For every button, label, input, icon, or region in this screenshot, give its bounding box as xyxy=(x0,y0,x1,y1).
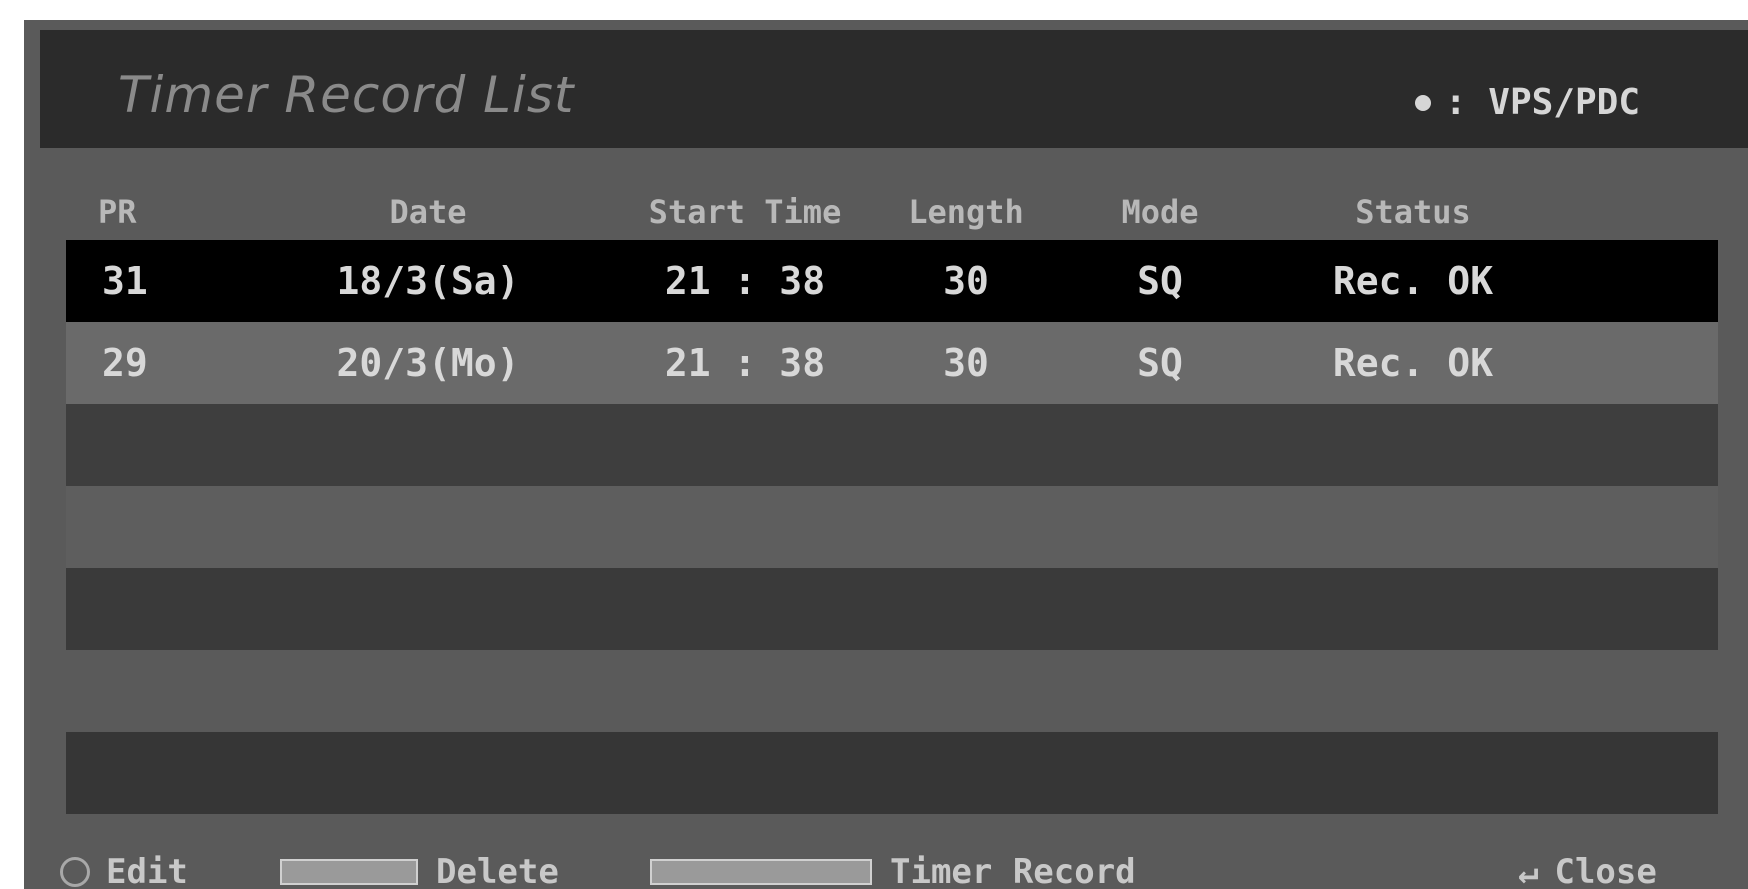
mode-cell: SQ xyxy=(1137,259,1183,303)
header-date: Date xyxy=(389,193,467,231)
status-cell: Rec. OK xyxy=(1332,341,1494,385)
timer-record-list-screen: Timer Record List : VPS/PDC PR Date Star… xyxy=(24,20,1748,889)
pr-cell: 31 xyxy=(102,259,148,303)
enter-button-icon xyxy=(60,857,90,887)
length-cell: 30 xyxy=(943,341,989,385)
timer-record-label: Timer Record xyxy=(890,852,1136,889)
page-title: Timer Record List xyxy=(118,66,575,124)
header-length: Length xyxy=(908,193,1024,231)
pr-cell: 29 xyxy=(102,341,148,385)
header-start-time: Start Time xyxy=(648,193,842,231)
column-headers: PR Date Start Time Length Mode Status xyxy=(24,182,1748,242)
delete-hint[interactable]: Delete xyxy=(280,852,559,889)
timer-record-hint[interactable]: Timer Record xyxy=(650,852,1136,889)
start-time-cell: 21 : 38 xyxy=(664,259,826,303)
header-status: Status xyxy=(1355,193,1471,231)
table-row[interactable]: 31 18/3(Sa) 21 : 38 30 SQ Rec. OK xyxy=(66,240,1718,322)
empty-row xyxy=(66,650,1718,732)
empty-row xyxy=(66,568,1718,650)
header-mode: Mode xyxy=(1121,193,1199,231)
close-hint[interactable]: ↵ Close xyxy=(1518,852,1657,889)
vps-pdc-legend: : VPS/PDC xyxy=(1414,82,1640,123)
header-pr: PR xyxy=(98,193,137,231)
dot-icon xyxy=(1414,94,1431,111)
status-cell: Rec. OK xyxy=(1332,259,1494,303)
return-icon: ↵ xyxy=(1518,852,1539,889)
delete-label: Delete xyxy=(436,852,559,889)
clear-button-icon xyxy=(280,859,418,885)
close-label: Close xyxy=(1554,852,1657,889)
edit-hint[interactable]: Edit xyxy=(60,852,188,889)
vps-pdc-label: : VPS/PDC xyxy=(1444,82,1640,123)
date-cell: 18/3(Sa) xyxy=(336,259,520,303)
timer-record-table: 31 18/3(Sa) 21 : 38 30 SQ Rec. OK 29 20/… xyxy=(66,240,1718,840)
length-cell: 30 xyxy=(943,259,989,303)
footer-help-bar: Edit Delete Timer Record ↵ Close xyxy=(24,852,1748,889)
edit-label: Edit xyxy=(106,852,188,889)
date-cell: 20/3(Mo) xyxy=(336,341,520,385)
record-button-icon xyxy=(650,859,872,885)
empty-row xyxy=(66,404,1718,486)
mode-cell: SQ xyxy=(1137,341,1183,385)
title-bar: Timer Record List : VPS/PDC xyxy=(40,30,1748,148)
empty-row xyxy=(66,486,1718,568)
table-row[interactable]: 29 20/3(Mo) 21 : 38 30 SQ Rec. OK xyxy=(66,322,1718,404)
empty-row xyxy=(66,732,1718,814)
start-time-cell: 21 : 38 xyxy=(664,341,826,385)
